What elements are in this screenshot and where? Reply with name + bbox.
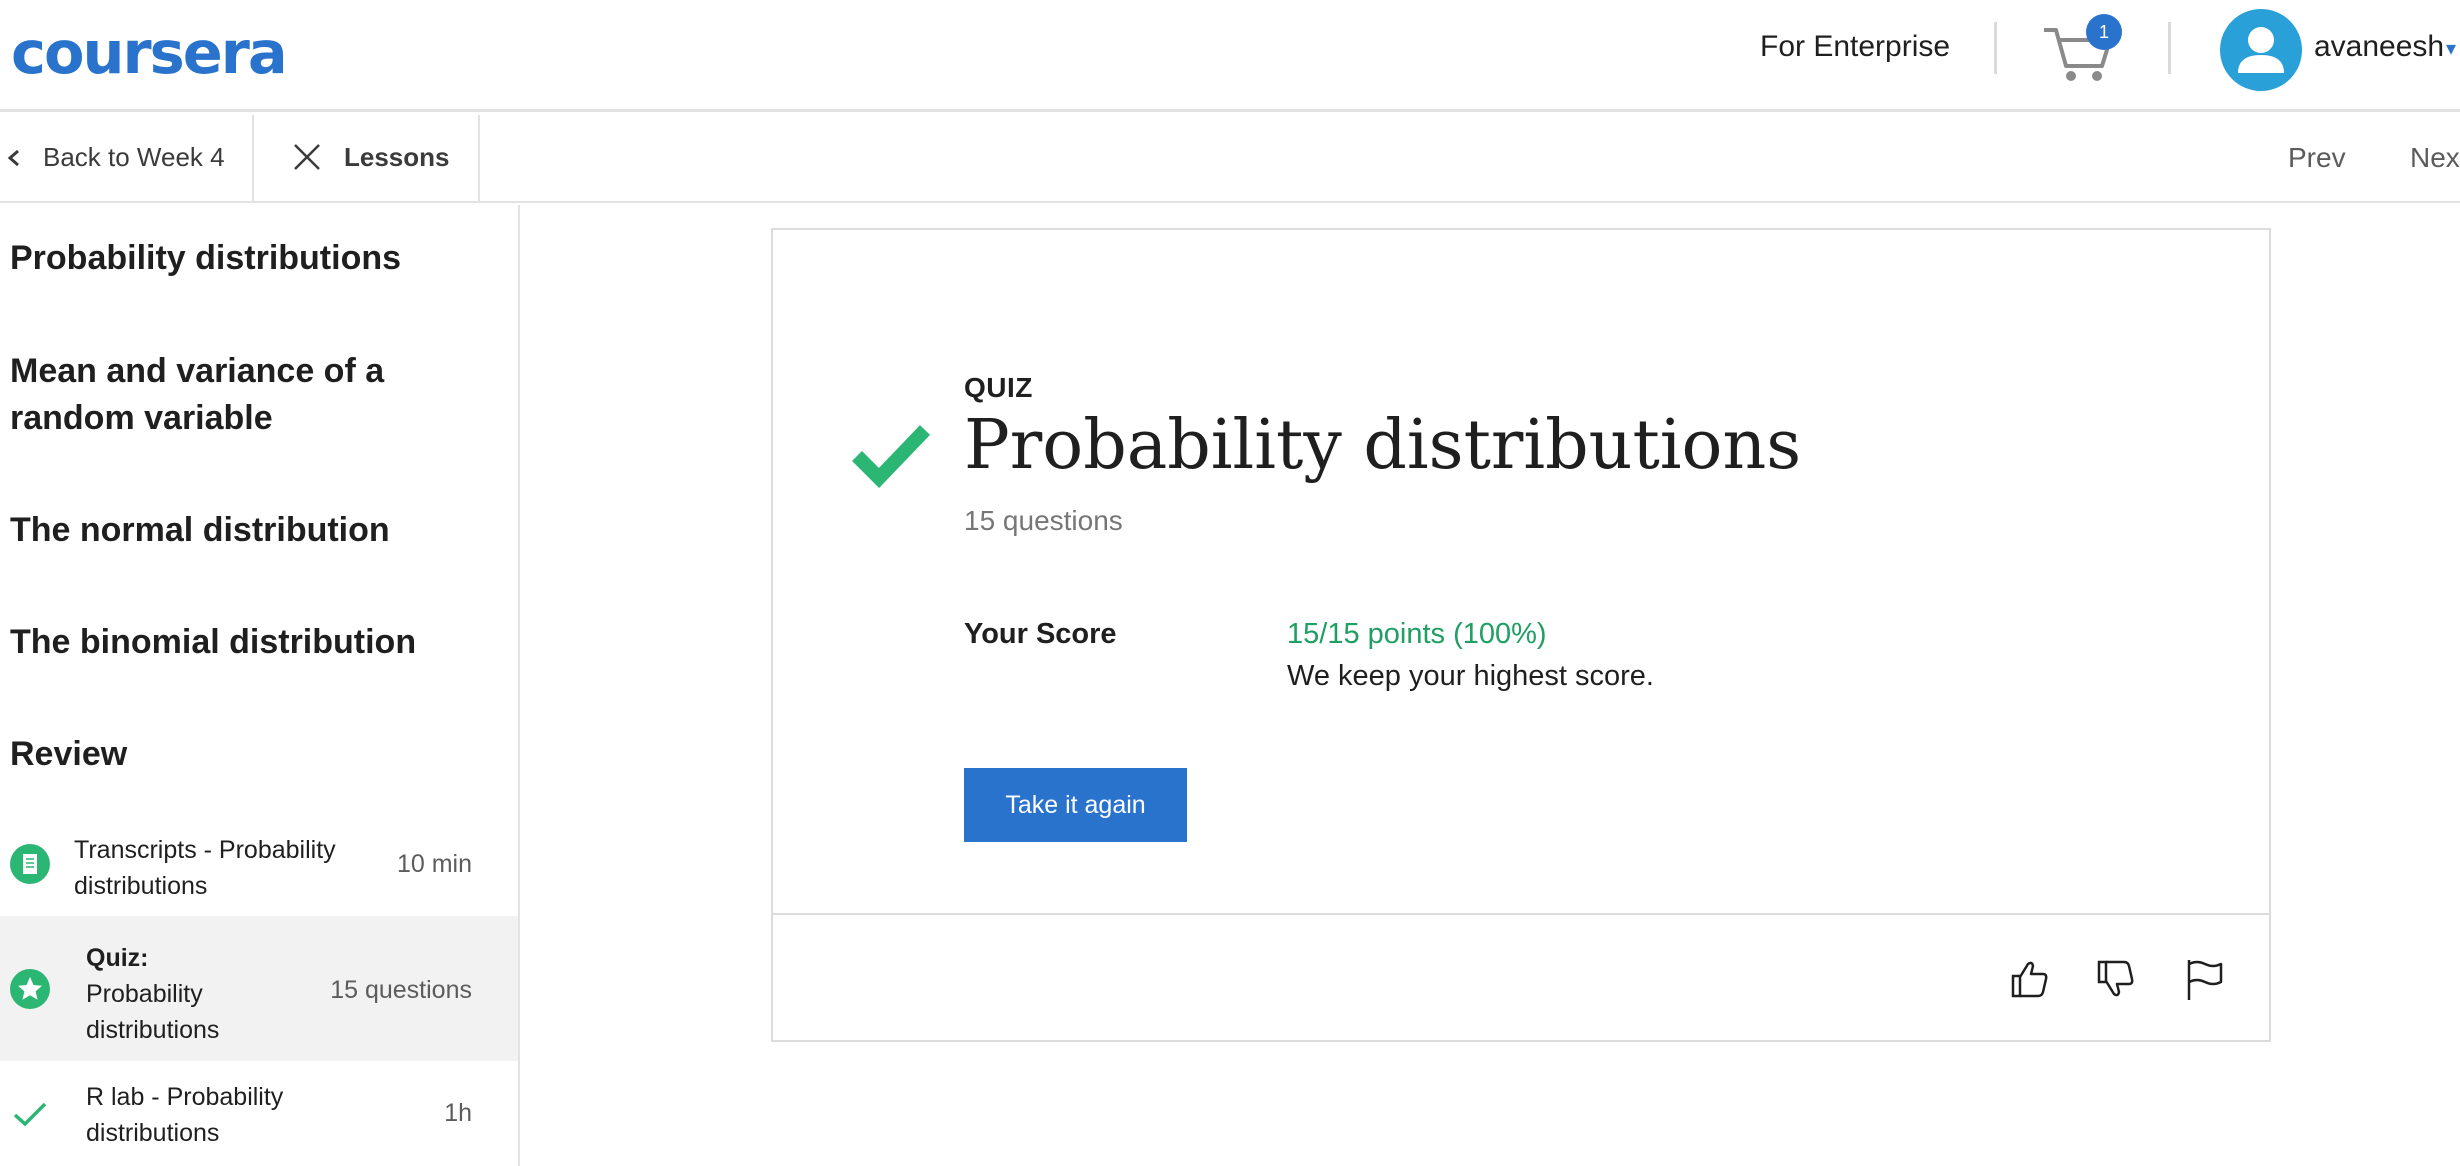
item-duration: 10 min [396,850,472,878]
sidebar-item-label: Transcripts - Probability distributions [74,836,336,900]
card-divider [773,913,2269,915]
take-it-again-button[interactable]: Take it again [964,768,1187,842]
lessons-label: Lessons [344,142,450,172]
quiz-card: QUIZ Probability distributions 15 questi… [771,228,2271,1042]
lesson-nav-bar: Back to Week 4 Lessons Prev Next [0,115,2460,203]
cart-count-badge: 1 [2086,14,2122,50]
sidebar-heading[interactable]: Mean and variance of a random variable [10,348,430,442]
check-icon [13,1102,47,1127]
for-enterprise-link[interactable]: For Enterprise [1760,30,1950,64]
sidebar-heading[interactable]: The normal distribution [10,507,470,554]
thumbs-up-icon[interactable] [2007,956,2053,1002]
quiz-prefix: Quiz: [86,944,149,972]
flag-icon[interactable] [2181,956,2227,1002]
sidebar-item-transcripts[interactable]: Transcripts - Probability distributions … [0,820,518,908]
item-duration: 1h [444,1099,472,1127]
sidebar-item-label: R lab - Probability distributions [86,1083,284,1147]
question-count: 15 questions [964,505,1123,536]
sidebar-heading[interactable]: Review [10,731,470,778]
user-icon [2238,27,2284,73]
username[interactable]: avaneesh [2314,30,2444,64]
lessons-toggle-button[interactable]: Lessons [254,115,480,203]
score-value: 15/15 points (100%) [1287,618,1547,650]
avatar[interactable] [2220,9,2302,91]
check-icon [852,425,931,488]
chevron-left-icon [7,149,19,167]
sidebar-item-r-lab[interactable]: R lab - Probability distributions 1h [0,1069,518,1157]
header-divider [2168,22,2171,74]
top-header: coursera For Enterprise 1 avaneesh ▾ [0,0,2460,112]
back-to-week-label: Back to Week 4 [43,142,225,172]
quiz-kicker: QUIZ [964,372,1033,403]
reading-icon [10,844,50,884]
score-label: Your Score [964,618,1117,650]
close-icon [294,144,320,170]
chevron-down-icon[interactable]: ▾ [2446,36,2460,56]
thumbs-down-icon[interactable] [2093,956,2139,1002]
lesson-sidebar: Probability distributions Mean and varia… [0,205,520,1166]
sidebar-heading[interactable]: The binomial distribution [10,619,470,666]
quiz-star-icon [10,969,50,1009]
sidebar-heading[interactable]: Probability distributions [10,235,470,282]
back-to-week-button[interactable]: Back to Week 4 [0,115,254,203]
next-button[interactable]: Next [2410,142,2460,174]
sidebar-item-quiz[interactable]: Quiz: Probability distributions 15 quest… [0,916,518,1061]
item-question-count: 15 questions [330,976,472,1004]
coursera-logo[interactable]: coursera [11,18,288,87]
quiz-item-title: Probability distributions [86,980,220,1044]
prev-button[interactable]: Prev [2288,142,2346,174]
page-title: Probability distributions [964,406,1802,485]
sidebar-item-label: Quiz: Probability distributions [86,940,276,1048]
score-note: We keep your highest score. [1287,660,1654,692]
header-divider [1994,22,1997,74]
